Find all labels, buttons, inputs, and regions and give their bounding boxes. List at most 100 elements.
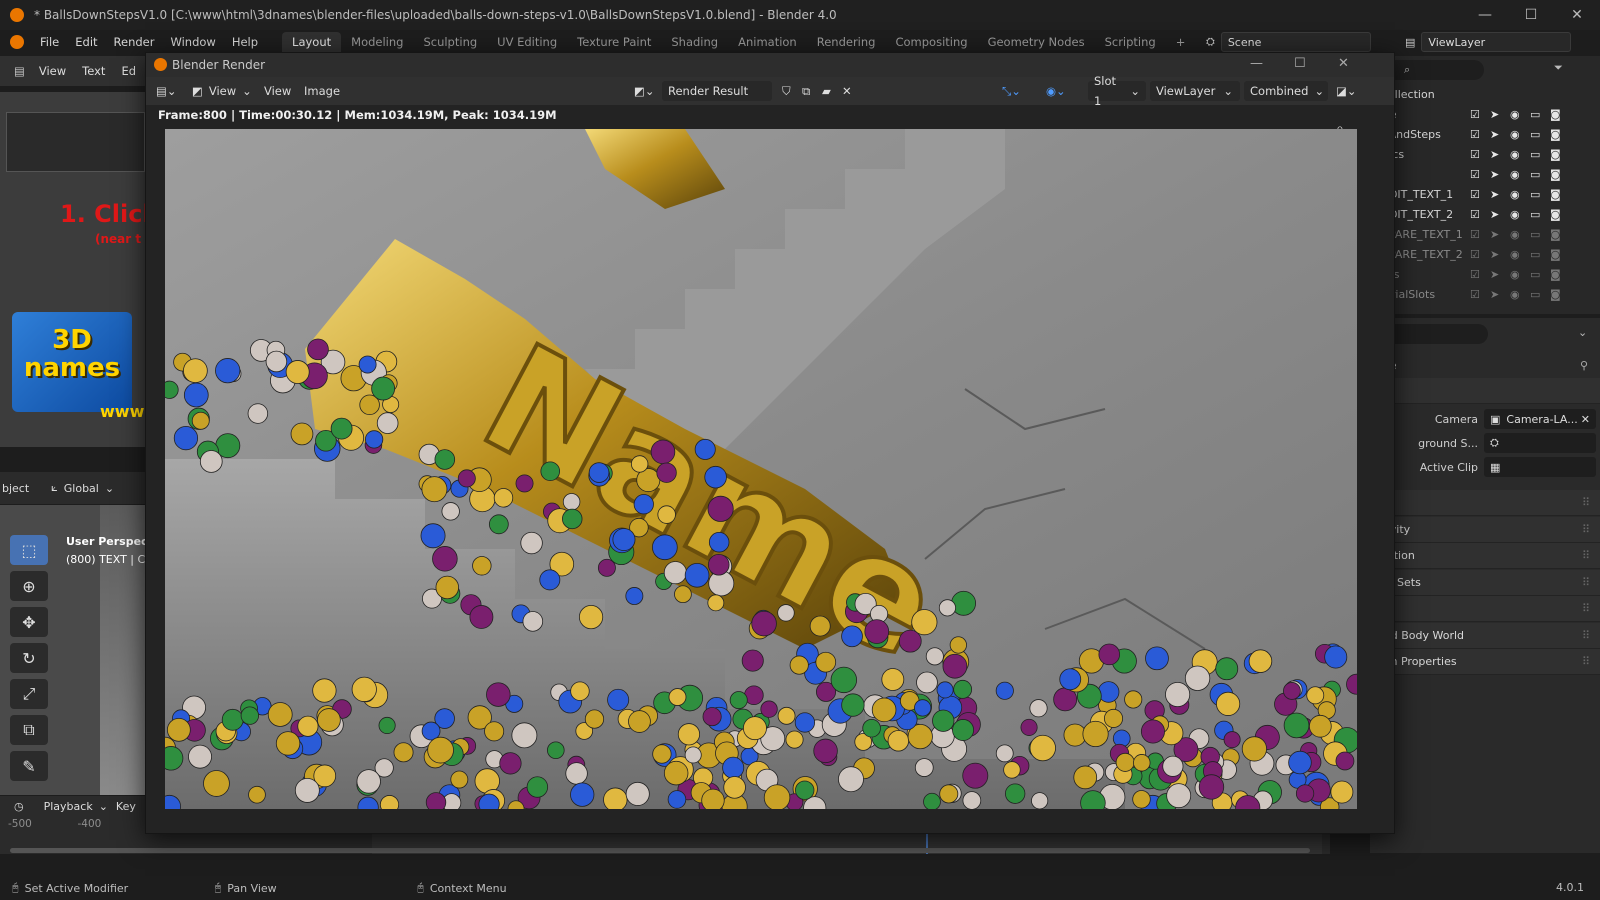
render-icon[interactable]: ◙ <box>1550 148 1561 161</box>
outliner-row[interactable]: EDIT_TEXT_2 ☑ ➤ ◉ ▭ ◙ <box>1370 204 1600 224</box>
panel-scene[interactable]: ene <box>1370 378 1600 404</box>
view-layer-selector[interactable]: ▤ ViewLayer <box>1405 32 1572 52</box>
open-image-icon[interactable]: ▰ <box>822 81 831 101</box>
menu-image[interactable]: Image <box>304 81 340 101</box>
viewport-icon[interactable]: ▭ <box>1530 268 1540 281</box>
menu-render[interactable]: Render <box>106 35 163 49</box>
selectable-icon[interactable]: ➤ <box>1490 128 1499 141</box>
menu-text[interactable]: Text <box>74 64 113 78</box>
menu-window[interactable]: Window <box>162 35 223 49</box>
scene-field[interactable]: Scene <box>1220 32 1371 52</box>
render-icon[interactable]: ◙ <box>1550 208 1561 221</box>
outliner-row[interactable]: cene☑➤◉▭◙ <box>1370 104 1600 124</box>
select-box-tool-icon[interactable]: ⬚ <box>10 535 48 565</box>
transform-tool-icon[interactable]: ⧉ <box>10 715 48 745</box>
3d-viewport[interactable]: User Perspecti (800) TEXT | C ⬚ ⊕ ✥ ↻ ⤢ … <box>0 505 145 795</box>
eye-icon[interactable]: ◉ <box>1510 108 1520 121</box>
fake-user-icon[interactable]: ⛉ <box>782 81 791 101</box>
checkbox-icon[interactable]: ☑ <box>1470 148 1480 161</box>
tab-uv-editing[interactable]: UV Editing <box>487 32 567 52</box>
render-icon[interactable]: ◙ <box>1550 128 1561 141</box>
view-layer-field[interactable]: ViewLayer <box>1421 32 1572 52</box>
image-name-field[interactable]: Render Result <box>662 81 772 101</box>
eye-icon[interactable]: ◉ <box>1510 268 1520 281</box>
menu-view[interactable]: View <box>264 81 291 101</box>
viewport-icon[interactable]: ▭ <box>1530 128 1540 141</box>
checkbox-icon[interactable]: ☑ <box>1470 168 1480 181</box>
drag-handle-icon[interactable]: ⠿ <box>1582 655 1590 668</box>
render-window-title-bar[interactable]: Blender Render — ☐ ✕ <box>146 53 1394 77</box>
selectable-icon[interactable]: ➤ <box>1490 248 1499 261</box>
drag-handle-icon[interactable]: ⠿ <box>1582 523 1590 536</box>
tab-texture-paint[interactable]: Texture Paint <box>567 32 661 52</box>
rotate-tool-icon[interactable]: ↻ <box>10 643 48 673</box>
outliner-row[interactable]: allsAndSteps ☑ ➤ ◉ ▭ ◙ <box>1370 124 1600 144</box>
viewport-icon[interactable]: ▭ <box>1530 108 1540 121</box>
viewport-icon[interactable]: ▭ <box>1530 168 1540 181</box>
selectable-icon[interactable]: ➤ <box>1490 288 1499 301</box>
viewport-icon[interactable]: ▭ <box>1530 228 1540 241</box>
property-panel[interactable]: its⠿ <box>1370 490 1600 516</box>
keying-menu[interactable]: Key <box>116 800 136 813</box>
filter-icon[interactable]: ⏷ <box>1554 61 1563 75</box>
render-icon[interactable]: ◙ <box>1550 188 1561 201</box>
outliner-row[interactable]: uides☑➤◉▭◙ <box>1370 264 1600 284</box>
maximize-icon[interactable]: ☐ <box>1294 56 1306 71</box>
cursor-tool-icon[interactable]: ⊕ <box>10 571 48 601</box>
minimize-icon[interactable]: — <box>1250 56 1263 71</box>
tab-shading[interactable]: Shading <box>661 32 728 52</box>
render-icon[interactable]: ◙ <box>1550 268 1561 281</box>
editor-type-icon[interactable]: ▤⌄ <box>156 81 177 101</box>
eye-icon[interactable]: ◉ <box>1510 128 1520 141</box>
tab-modeling[interactable]: Modeling <box>341 32 413 52</box>
property-panel[interactable]: nulation⠿ <box>1370 543 1600 569</box>
tab-layout[interactable]: Layout <box>282 32 342 52</box>
tab-compositing[interactable]: Compositing <box>885 32 977 52</box>
outliner-row[interactable]: EXT☑➤◉▭◙ <box>1370 164 1600 184</box>
viewport-icon[interactable]: ▭ <box>1530 288 1540 301</box>
checkbox-icon[interactable]: ☑ <box>1470 128 1480 141</box>
tab-geometry-nodes[interactable]: Geometry Nodes <box>978 32 1095 52</box>
eye-icon[interactable]: ◉ <box>1510 208 1520 221</box>
checkbox-icon[interactable]: ☑ <box>1470 268 1480 281</box>
pass-dropdown[interactable]: Combined ⌄ <box>1244 81 1328 101</box>
outliner-row[interactable]: hysics☑➤◉▭◙ <box>1370 144 1600 164</box>
eye-icon[interactable]: ◉ <box>1510 168 1520 181</box>
slot-dropdown[interactable]: Slot 1 ⌄ <box>1088 74 1146 108</box>
property-panel[interactable]: Gravity⠿ <box>1370 516 1600 543</box>
active-clip-field[interactable]: ▦ <box>1484 457 1596 477</box>
minimize-button[interactable]: — <box>1462 0 1508 30</box>
close-icon[interactable]: ✕ <box>1581 413 1590 426</box>
viewport-icon[interactable]: ▭ <box>1530 188 1540 201</box>
scene-selector[interactable]: ⛭ Scene <box>1206 32 1371 52</box>
view-mode-dropdown[interactable]: ◩ View ⌄ <box>192 81 252 101</box>
tab-animation[interactable]: Animation <box>728 32 807 52</box>
display-channels-icon[interactable]: ◪⌄ <box>1336 81 1357 101</box>
maximize-button[interactable]: ☐ <box>1508 0 1554 30</box>
outliner-row[interactable]: EDIT_TEXT_1 ☑ ➤ ◉ ▭ ◙ <box>1370 184 1600 204</box>
property-panel[interactable]: stom Properties ⠿ <box>1370 649 1600 675</box>
eye-icon[interactable]: ◉ <box>1510 188 1520 201</box>
selectable-icon[interactable]: ➤ <box>1490 208 1499 221</box>
editor-type-icon-timeline[interactable]: ◷ <box>14 800 24 813</box>
selectable-icon[interactable]: ➤ <box>1490 108 1499 121</box>
viewport-icon[interactable]: ▭ <box>1530 248 1540 261</box>
selectable-icon[interactable]: ➤ <box>1490 168 1499 181</box>
checkbox-icon[interactable]: ☑ <box>1470 228 1480 241</box>
background-scene-field[interactable]: ⛭ <box>1484 433 1596 453</box>
render-icon[interactable]: ◙ <box>1550 288 1561 301</box>
unlink-image-icon[interactable]: ✕ <box>842 81 852 101</box>
pin-icon[interactable]: ⚲ <box>1580 359 1588 372</box>
drag-handle-icon[interactable]: ⠿ <box>1582 496 1590 509</box>
scale-tool-icon[interactable]: ⤢ <box>10 679 48 709</box>
eye-icon[interactable]: ◉ <box>1510 248 1520 261</box>
drag-handle-icon[interactable]: ⠿ <box>1582 629 1590 642</box>
selectable-icon[interactable]: ➤ <box>1490 188 1499 201</box>
render-result-image[interactable]: Name <box>165 129 1357 809</box>
drag-handle-icon[interactable]: ⠿ <box>1582 576 1590 589</box>
property-panel[interactable]: Rigid Body World ⠿ <box>1370 622 1600 649</box>
property-panel[interactable]: ying Sets ⠿ <box>1370 569 1600 596</box>
menu-view[interactable]: View <box>31 64 74 78</box>
chevron-down-icon[interactable]: ⌄ <box>1578 326 1587 339</box>
add-workspace-button[interactable]: + <box>1166 32 1196 52</box>
